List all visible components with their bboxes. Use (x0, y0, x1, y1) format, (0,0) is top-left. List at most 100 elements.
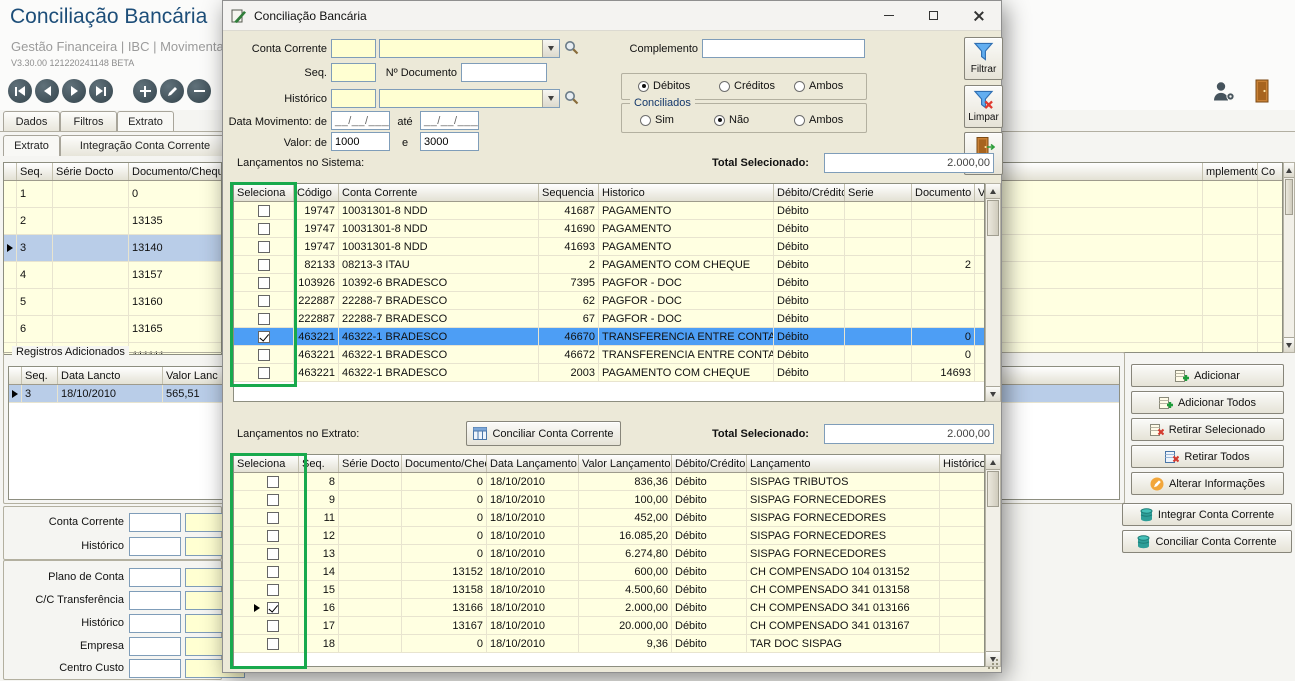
column-header[interactable]: Conta Corrente (339, 184, 539, 201)
plano-de-conta-code-input[interactable] (129, 568, 181, 587)
dlg-historico-combo[interactable] (379, 89, 560, 108)
seleciona-checkbox[interactable] (267, 638, 279, 650)
radio-sim[interactable]: Sim (640, 114, 674, 126)
sistema-row[interactable]: 46322146322-1 BRADESCO2003PAGAMENTO COM … (234, 364, 984, 382)
seleciona-checkbox[interactable] (258, 205, 270, 217)
column-header[interactable]: Co (1258, 163, 1283, 180)
scroll-up-button[interactable] (986, 455, 1000, 470)
column-header[interactable]: Data Lancto (58, 367, 163, 384)
column-header[interactable]: Seq. (17, 163, 53, 180)
subtab-integracao[interactable]: Integração Conta Corrente (60, 135, 230, 156)
integrar-conta-corrente-button[interactable]: Integrar Conta Corrente (1122, 503, 1292, 526)
sistema-row[interactable]: 10392610392-6 BRADESCO7395PAGFOR - DOCDé… (234, 274, 984, 292)
seleciona-checkbox[interactable] (267, 620, 279, 632)
column-header[interactable]: Histórico (940, 455, 985, 472)
historico2-code-input[interactable] (129, 614, 181, 633)
seleciona-checkbox[interactable] (258, 223, 270, 235)
extrato-row[interactable]: 8018/10/2010836,36DébitoSISPAG TRIBUTOS (234, 473, 984, 491)
adicionar-button[interactable]: Adicionar (1131, 364, 1284, 387)
user-settings-button[interactable] (1212, 80, 1236, 105)
alterar-informacoes-button[interactable]: Alterar Informações (1131, 472, 1284, 495)
extrato-row[interactable]: 171316718/10/201020.000,00DébitoCH COMPE… (234, 617, 984, 635)
seleciona-checkbox[interactable] (267, 476, 279, 488)
dlg-historico-code-input[interactable] (331, 89, 376, 108)
dialog-titlebar[interactable]: Conciliação Bancária (223, 1, 1001, 31)
previous-record-button[interactable] (35, 79, 59, 103)
limpar-button[interactable]: Limpar (964, 85, 1003, 128)
tab-extrato[interactable]: Extrato (117, 111, 174, 132)
extrato-bg-row[interactable]: 313140 (4, 235, 221, 262)
radio-ambos[interactable]: Ambos (794, 80, 843, 92)
valor-ate-input[interactable]: 3000 (420, 132, 479, 151)
retirar-todos-button[interactable]: Retirar Todos (1131, 445, 1284, 468)
column-header[interactable]: Historico (599, 184, 774, 201)
valor-de-input[interactable]: 1000 (331, 132, 390, 151)
column-header[interactable]: Documento/Cheque (402, 455, 487, 472)
extrato-bg-row[interactable] (1002, 262, 1282, 289)
tab-dados[interactable]: Dados (3, 111, 60, 132)
column-header[interactable]: Seq. (299, 455, 339, 472)
conciliar-conta-corrente-button[interactable]: Conciliar Conta Corrente (466, 421, 621, 446)
extrato-bg-row[interactable] (1002, 289, 1282, 316)
cc-transferencia-code-input[interactable] (129, 591, 181, 610)
extrato-dialog-table-scrollbar[interactable] (985, 454, 1001, 667)
extrato-bg-row[interactable]: 413157 (4, 262, 221, 289)
column-header[interactable] (1002, 163, 1203, 180)
resize-grip[interactable] (996, 667, 998, 669)
filtrar-button[interactable]: Filtrar (964, 37, 1003, 80)
radio-conciliados-ambos[interactable]: Ambos (794, 114, 843, 126)
extrato-bg-row[interactable]: 513160 (4, 289, 221, 316)
column-header[interactable]: Data Lançamento (487, 455, 579, 472)
scroll-up-button[interactable] (1284, 163, 1294, 178)
seleciona-checkbox[interactable] (258, 241, 270, 253)
sistema-row[interactable]: 1974710031301-8 NDD41693PAGAMENTODébito (234, 238, 984, 256)
seleciona-checkbox[interactable] (267, 530, 279, 542)
seleciona-checkbox[interactable] (258, 259, 270, 271)
column-header[interactable] (4, 163, 17, 180)
extrato-bg-row[interactable] (1002, 181, 1282, 208)
seleciona-checkbox[interactable] (267, 512, 279, 524)
complemento-input[interactable] (702, 39, 865, 58)
column-header[interactable]: Série Docto (53, 163, 129, 180)
seleciona-checkbox[interactable] (258, 331, 270, 343)
column-header[interactable]: Débito/Crédito (672, 455, 747, 472)
edit-record-button[interactable] (160, 79, 184, 103)
add-record-button[interactable] (133, 79, 157, 103)
historico-code-input[interactable] (129, 537, 181, 556)
dlg-conta-corrente-code-input[interactable] (331, 39, 376, 58)
extrato-row[interactable]: 161316618/10/20102.000,00DébitoCH COMPEN… (234, 599, 984, 617)
extrato-row[interactable]: 151315818/10/20104.500,60DébitoCH COMPEN… (234, 581, 984, 599)
extrato-row[interactable]: 18018/10/20109,36DébitoTAR DOC SISPAG (234, 635, 984, 653)
tab-filtros[interactable]: Filtros (60, 111, 117, 132)
next-record-button[interactable] (62, 79, 86, 103)
search-conta-icon[interactable] (564, 40, 580, 56)
column-header[interactable]: Código (294, 184, 339, 201)
conciliar-conta-corrente-main-button[interactable]: Conciliar Conta Corrente (1122, 530, 1292, 553)
radio-creditos[interactable]: Créditos (719, 80, 775, 92)
scroll-thumb[interactable] (987, 471, 999, 507)
scroll-down-button[interactable] (986, 651, 1000, 666)
column-header[interactable]: Seq. (22, 367, 58, 384)
sistema-row[interactable]: 46322146322-1 BRADESCO46670TRANSFERENCIA… (234, 328, 984, 346)
seleciona-checkbox[interactable] (267, 494, 279, 506)
sistema-row[interactable]: 1974710031301-8 NDD41690PAGAMENTODébito (234, 220, 984, 238)
column-header[interactable]: Serie (845, 184, 912, 201)
sistema-row[interactable]: 46322146322-1 BRADESCO46672TRANSFERENCIA… (234, 346, 984, 364)
sistema-row[interactable]: 22288722288-7 BRADESCO62PAGFOR - DOCDébi… (234, 292, 984, 310)
dlg-conta-corrente-combo[interactable] (379, 39, 560, 58)
seleciona-checkbox[interactable] (258, 349, 270, 361)
column-header[interactable]: Série Docto (339, 455, 402, 472)
search-historico-icon[interactable] (564, 90, 580, 106)
seleciona-checkbox[interactable] (258, 277, 270, 289)
sistema-row[interactable]: 1974710031301-8 NDD41687PAGAMENTODébito (234, 202, 984, 220)
minimize-button[interactable] (866, 1, 911, 30)
adicionar-todos-button[interactable]: Adicionar Todos (1131, 391, 1284, 414)
seleciona-checkbox[interactable] (267, 584, 279, 596)
conta-corrente-code-input[interactable] (129, 513, 181, 532)
column-header[interactable]: mplemento (1203, 163, 1258, 180)
extrato-bg-row[interactable]: 213135 (4, 208, 221, 235)
exit-app-button[interactable] (1253, 78, 1273, 107)
num-documento-input[interactable] (461, 63, 547, 82)
combo-dropdown-button[interactable] (542, 90, 559, 107)
maximize-button[interactable] (911, 1, 956, 30)
